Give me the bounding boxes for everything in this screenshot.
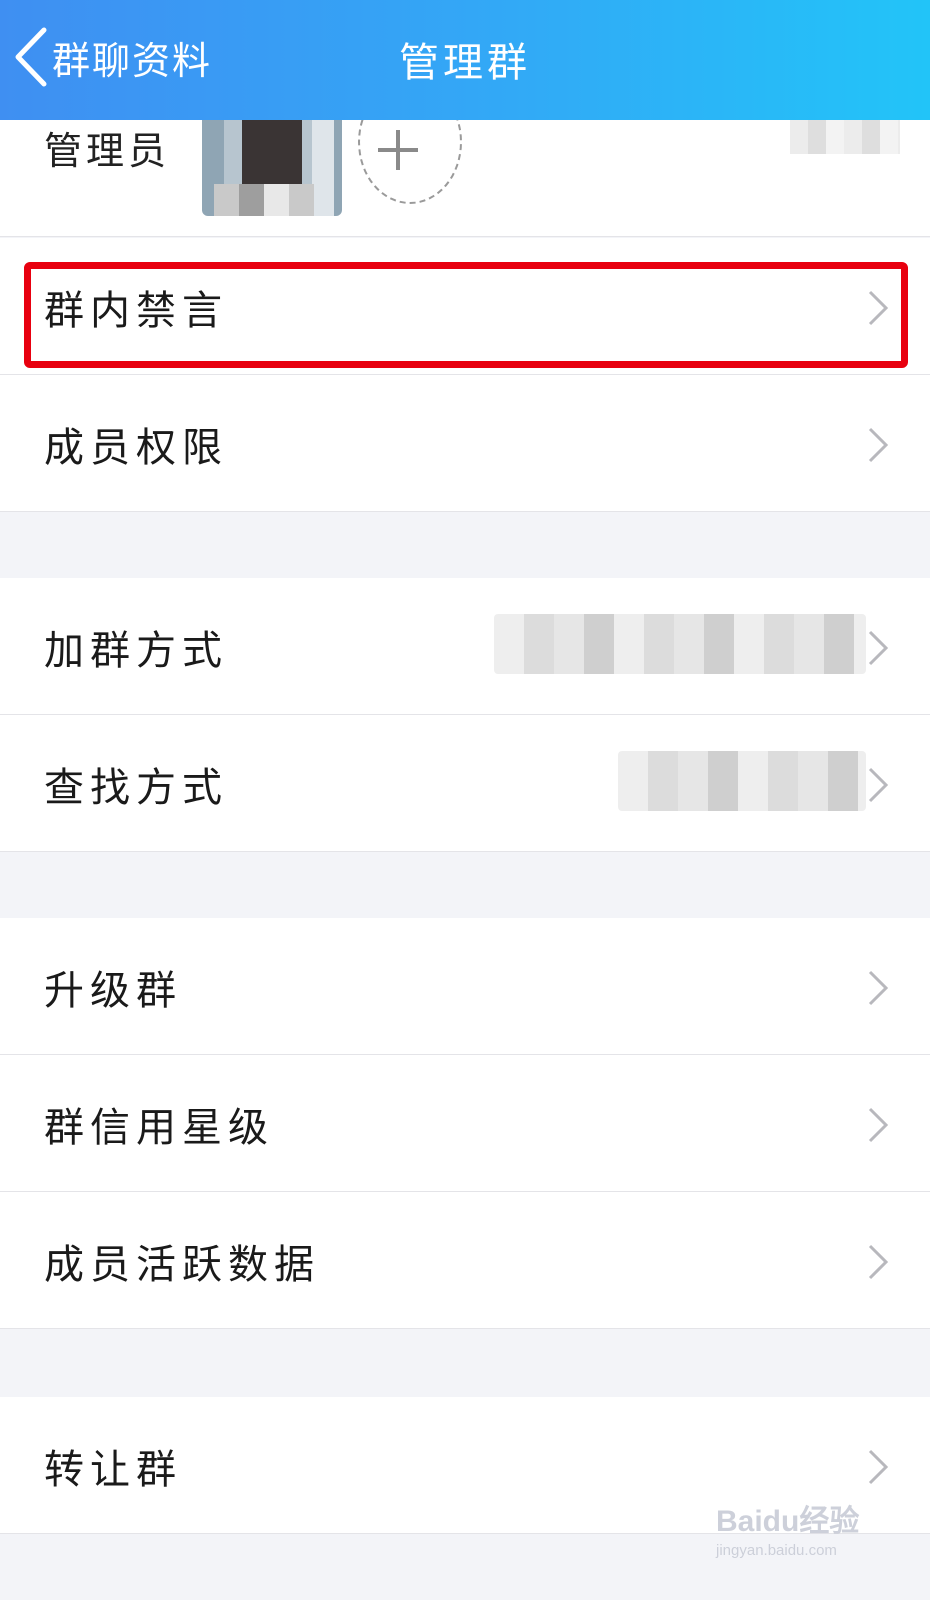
list-item-credit-rating[interactable]: 群信用星级 — [0, 1055, 930, 1192]
watermark: Baidu经验 jingyan.baidu.com — [716, 1496, 896, 1576]
chevron-right-icon — [868, 630, 889, 666]
list-item-label: 查找方式 — [44, 765, 228, 811]
chevron-right-icon — [868, 1107, 889, 1143]
list-item-member-permissions[interactable]: 成员权限 — [0, 375, 930, 512]
page-title: 管理群 — [399, 40, 531, 86]
chevron-right-icon — [868, 1449, 889, 1485]
admin-count-blurred — [790, 120, 900, 154]
admin-avatar[interactable] — [202, 120, 342, 216]
list-item-label: 成员活跃数据 — [44, 1242, 320, 1288]
join-method-value-blurred — [494, 614, 866, 674]
list-item-mute-all[interactable]: 群内禁言 — [0, 238, 930, 375]
chevron-right-icon — [868, 1244, 889, 1280]
list-item-join-method[interactable]: 加群方式 — [0, 578, 930, 715]
list-item-label: 群内禁言 — [44, 288, 228, 334]
chevron-right-icon — [868, 970, 889, 1006]
list-item-label: 加群方式 — [44, 628, 228, 674]
chevron-right-icon — [868, 290, 889, 326]
list-item-upgrade-group[interactable]: 升级群 — [0, 918, 930, 1055]
admin-label: 管理员 — [44, 129, 171, 173]
admin-row: 管理员 — [0, 120, 930, 237]
chevron-right-icon — [868, 427, 889, 463]
add-admin-button[interactable] — [358, 120, 462, 204]
list-item-label: 转让群 — [44, 1447, 182, 1493]
list-item-label: 升级群 — [44, 968, 182, 1014]
nav-bar: 群聊资料 管理群 — [0, 0, 930, 120]
search-method-value-blurred — [618, 751, 866, 811]
list-item-activity-data[interactable]: 成员活跃数据 — [0, 1192, 930, 1329]
watermark-brand: Baidu经验 — [716, 1505, 860, 1538]
plus-icon — [378, 130, 418, 170]
list-item-search-method[interactable]: 查找方式 — [0, 715, 930, 852]
list-item-label: 成员权限 — [44, 425, 228, 471]
watermark-url: jingyan.baidu.com — [716, 1542, 837, 1559]
chevron-right-icon — [868, 767, 889, 803]
list-item-label: 群信用星级 — [44, 1105, 274, 1151]
